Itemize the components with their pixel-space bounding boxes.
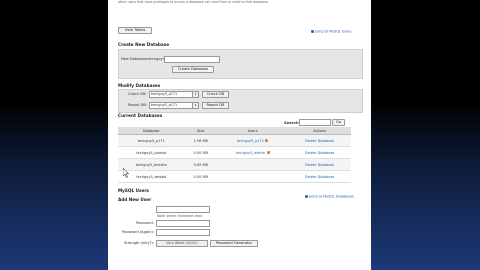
- intro-text: other users that have privileges to acce…: [118, 0, 269, 4]
- chevron-down-icon: ▾: [192, 92, 198, 97]
- password-input[interactable]: [156, 220, 210, 227]
- database-users: [217, 158, 289, 171]
- repair-db-label: Repair DB:: [128, 103, 148, 107]
- user-link[interactable]: techguy5_admin: [236, 151, 265, 155]
- current-databases-title: Current Databases: [118, 113, 163, 118]
- delete-database-link[interactable]: Delete Database: [305, 139, 334, 143]
- jump-to-mysql-databases-link[interactable]: Jump to MySQL Databases: [305, 195, 354, 199]
- strength-label: Strength (why?):: [124, 241, 154, 245]
- password-again-input[interactable]: [156, 229, 210, 236]
- modify-databases-title: Modify Databases: [118, 83, 161, 88]
- password-generator-button[interactable]: Password Generator: [210, 240, 258, 247]
- delete-database-link[interactable]: Delete Database: [305, 175, 334, 179]
- table-row: techguy5_p171 1.56 MB techguy5_p171 × Del…: [118, 134, 351, 147]
- check-db-button[interactable]: Check DB: [202, 91, 229, 98]
- database-users: techguy5_p171 ×: [217, 134, 289, 147]
- check-db-select[interactable]: techguy5_p171 ▾: [149, 91, 199, 98]
- database-users: techguy5_admin ×: [217, 146, 289, 159]
- search-go-button[interactable]: Go: [332, 119, 345, 126]
- password-strength-meter: Very Weak (0/100): [156, 240, 208, 247]
- database-name: techguy5_joomla: [118, 146, 185, 159]
- table-row: techguy5_joomla 0.00 MB techguy5_admin × …: [118, 146, 351, 159]
- database-users: [217, 170, 289, 183]
- remove-user-icon[interactable]: ×: [266, 151, 270, 154]
- table-row: techguy5_webbd 0.00 MB Delete Database: [118, 170, 351, 183]
- column-header: Users: [217, 127, 289, 135]
- user-link[interactable]: techguy5_p171: [237, 139, 264, 143]
- chevron-down-icon: ▾: [192, 103, 198, 108]
- mouse-cursor-icon: [123, 168, 129, 178]
- check-db-label: Check DB:: [128, 92, 147, 96]
- add-new-user-title: Add New User: [118, 197, 152, 202]
- search-input[interactable]: [299, 119, 331, 126]
- search-label: Search:: [284, 120, 301, 125]
- database-size: 0.00 MB: [184, 158, 218, 171]
- mysql-users-title: MySQL Users: [118, 188, 149, 193]
- jump-to-mysql-users-link[interactable]: Jump to MySQL Users: [311, 30, 351, 34]
- database-size: 0.00 MB: [184, 146, 218, 159]
- column-header: Database: [118, 127, 185, 135]
- delete-database-link[interactable]: Delete Database: [305, 163, 334, 167]
- create-database-panel: New Database: techguy5_ Create Database: [118, 49, 363, 79]
- arrow-up-icon: [305, 195, 308, 198]
- cpanel-mysql-page: other users that have privileges to acce…: [108, 0, 371, 270]
- password-again-label: Password (Again):: [121, 230, 154, 234]
- table-row: techguy5_testsite 0.00 MB Delete Databas…: [118, 158, 351, 171]
- create-database-button[interactable]: Create Database: [172, 66, 214, 73]
- new-database-input[interactable]: [164, 56, 220, 63]
- database-size: 1.56 MB: [184, 134, 218, 147]
- arrow-up-icon: [311, 30, 314, 33]
- username-note: Note: seven characters max: [157, 214, 203, 218]
- username-input[interactable]: [156, 206, 210, 213]
- repair-db-button[interactable]: Repair DB: [202, 102, 229, 109]
- delete-database-link[interactable]: Delete Database: [305, 151, 334, 155]
- view-tables-button[interactable]: View Tables: [118, 27, 152, 34]
- column-header: Size: [184, 127, 218, 135]
- password-label: Password:: [136, 221, 154, 225]
- remove-user-icon[interactable]: ×: [265, 139, 269, 142]
- column-header: Actions: [288, 127, 351, 135]
- create-database-title: Create New Database: [118, 42, 170, 47]
- table-header-row: Database Size Users Actions: [118, 127, 351, 135]
- database-size: 0.00 MB: [184, 170, 218, 183]
- database-name: techguy5_p171: [118, 134, 185, 147]
- repair-db-select[interactable]: techguy5_p171 ▾: [149, 102, 199, 109]
- new-database-label: New Database:: [121, 57, 149, 61]
- modify-databases-panel: Check DB: techguy5_p171 ▾ Check DB Repair…: [118, 89, 363, 113]
- databases-table: Database Size Users Actions techguy5_p17…: [118, 127, 351, 183]
